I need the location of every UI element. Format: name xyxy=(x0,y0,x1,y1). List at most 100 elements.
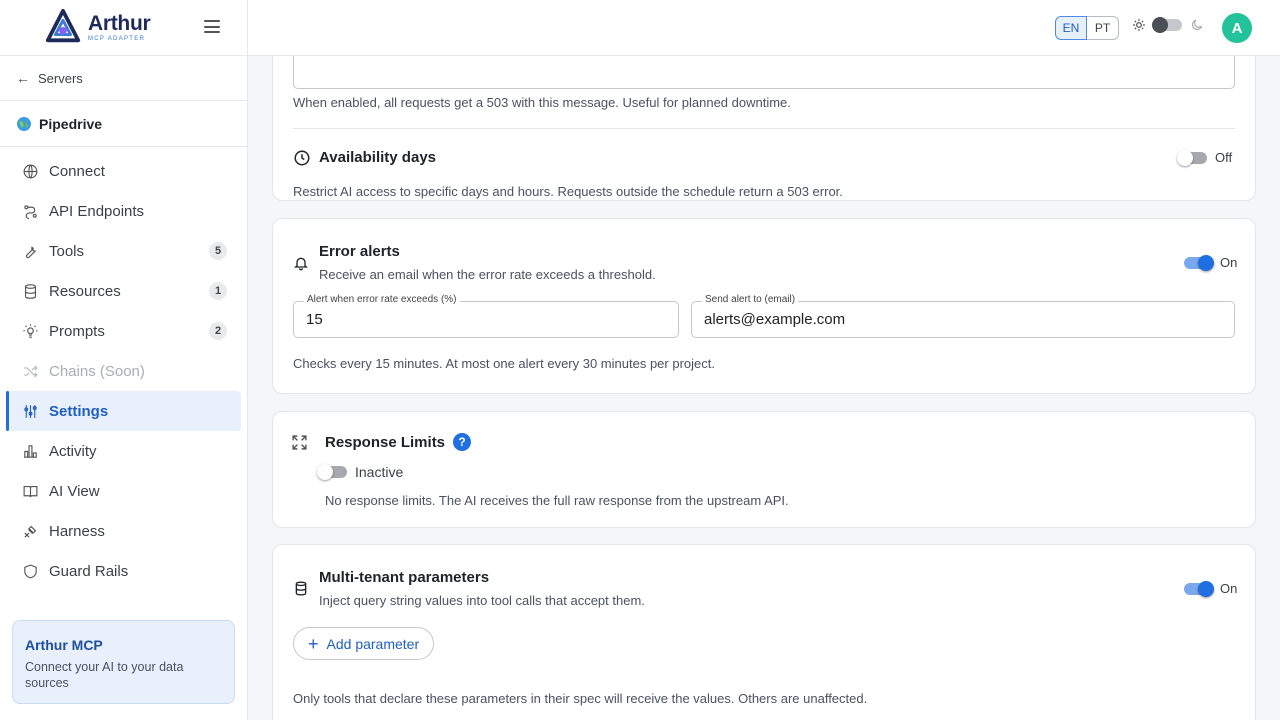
response-limits-card: Response Limits ? Inactive No response l… xyxy=(272,411,1256,528)
availability-toggle-label: Off xyxy=(1215,150,1233,165)
wrench-icon xyxy=(25,245,36,258)
sidebar-item-guard-rails[interactable]: Guard Rails xyxy=(6,551,241,591)
response-limits-help: No response limits. The AI receives the … xyxy=(325,493,789,508)
error-threshold-input[interactable] xyxy=(294,302,678,337)
back-label: Servers xyxy=(38,70,83,86)
error-threshold-label: Alert when error rate exceeds (%) xyxy=(304,294,460,305)
settings-content: When enabled, all requests get a 503 wit… xyxy=(248,56,1280,720)
sidebar-item-label: Settings xyxy=(49,402,109,420)
error-threshold-field[interactable]: Alert when error rate exceeds (%) xyxy=(293,294,679,338)
sidebar-item-tools[interactable]: Tools 5 xyxy=(6,231,241,271)
harness-icon xyxy=(24,525,37,538)
clock-icon xyxy=(294,150,310,166)
multi-tenant-toggle[interactable]: On xyxy=(1184,580,1238,597)
prompts-count-badge: 2 xyxy=(209,322,227,340)
sidebar-item-label: AI View xyxy=(49,482,100,500)
multi-tenant-card: Multi-tenant parameters Inject query str… xyxy=(272,544,1256,720)
plus-icon: + xyxy=(308,633,319,654)
bell-icon xyxy=(294,257,308,271)
database-icon xyxy=(24,283,37,299)
multi-tenant-help: Only tools that declare these parameters… xyxy=(293,691,868,706)
globe-icon xyxy=(17,116,31,131)
multi-tenant-title: Multi-tenant parameters xyxy=(319,569,490,586)
sidebar-item-ai-view[interactable]: AI View xyxy=(6,471,241,511)
error-alerts-subtitle: Receive an email when the error rate exc… xyxy=(319,267,656,282)
lang-pt-button[interactable]: PT xyxy=(1087,16,1119,40)
promo-title: Arthur MCP xyxy=(25,637,103,653)
tools-count-badge: 5 xyxy=(209,242,227,260)
theme-toggle[interactable] xyxy=(1152,17,1182,33)
theme-switcher xyxy=(1132,17,1204,33)
database-icon xyxy=(295,581,307,596)
expand-icon xyxy=(292,435,307,450)
add-parameter-label: Add parameter xyxy=(326,635,420,652)
divider xyxy=(293,128,1235,129)
sidebar-item-prompts[interactable]: Prompts 2 xyxy=(6,311,241,351)
logo[interactable]: Arthur MCP ADAPTER xyxy=(44,8,151,46)
toggle-track xyxy=(317,464,347,480)
app-title: Arthur xyxy=(88,11,151,35)
toggle-track xyxy=(1184,580,1214,597)
availability-help: Restrict AI access to specific days and … xyxy=(293,184,843,199)
sidebar: Arthur MCP ADAPTER ← Servers Pipedrive C… xyxy=(0,0,248,720)
response-limits-toggle-label: Inactive xyxy=(355,464,404,480)
bar-chart-icon xyxy=(24,444,37,458)
error-alerts-toggle[interactable]: On xyxy=(1184,254,1238,271)
sidebar-item-label: Tools xyxy=(49,242,85,260)
book-icon xyxy=(23,485,38,497)
bulb-icon xyxy=(23,323,38,338)
arthur-logo-icon xyxy=(45,8,81,43)
sidebar-item-label: Prompts xyxy=(49,322,105,340)
alert-email-field[interactable]: Send alert to (email) xyxy=(691,294,1235,338)
sidebar-item-connect[interactable]: Connect xyxy=(6,151,241,191)
help-icon[interactable]: ? xyxy=(453,433,472,451)
server-name: Pipedrive xyxy=(39,115,103,132)
top-bar: EN PT A xyxy=(248,0,1280,56)
logo-row: Arthur MCP ADAPTER xyxy=(0,0,247,56)
resources-count-badge: 1 xyxy=(209,282,227,300)
sidebar-item-label: Connect xyxy=(49,162,105,180)
avatar[interactable]: A xyxy=(1222,13,1252,43)
sidebar-item-label: Guard Rails xyxy=(49,562,129,580)
maintenance-card: When enabled, all requests get a 503 wit… xyxy=(272,56,1256,201)
sidebar-item-harness[interactable]: Harness xyxy=(6,511,241,551)
server-header: Pipedrive xyxy=(0,101,247,147)
sidebar-item-activity[interactable]: Activity xyxy=(6,431,241,471)
promo-text: Connect your AI to your data sources xyxy=(25,660,184,690)
language-switcher: EN PT xyxy=(1055,16,1119,40)
sidebar-item-resources[interactable]: Resources 1 xyxy=(6,271,241,311)
app-subtitle: MCP ADAPTER xyxy=(88,35,146,42)
promo-card: Arthur MCP Connect your AI to your data … xyxy=(12,620,235,704)
menu-icon[interactable] xyxy=(204,20,220,34)
maintenance-message-field[interactable] xyxy=(293,56,1235,89)
toggle-track xyxy=(1177,149,1207,166)
back-to-servers-link[interactable]: ← Servers xyxy=(0,56,247,101)
sun-icon xyxy=(1133,19,1145,31)
availability-title: Availability days xyxy=(319,149,436,166)
response-limits-title-text: Response Limits xyxy=(325,433,446,451)
error-alerts-card: Error alerts Receive an email when the e… xyxy=(272,218,1256,394)
sidebar-nav: Connect API Endpoints Tools 5 Resources … xyxy=(0,147,247,591)
toggle-track xyxy=(1184,254,1214,271)
shield-icon xyxy=(24,564,37,578)
sidebar-item-chains: Chains (Soon) xyxy=(6,351,241,391)
response-limits-title: Response Limits ? xyxy=(325,433,472,451)
multi-tenant-toggle-label: On xyxy=(1220,581,1238,596)
shuffle-icon xyxy=(24,364,38,378)
multi-tenant-subtitle: Inject query string values into tool cal… xyxy=(319,593,645,608)
moon-icon xyxy=(1192,19,1203,30)
sidebar-item-label: API Endpoints xyxy=(49,202,145,220)
availability-toggle[interactable]: Off xyxy=(1177,149,1233,166)
arrow-left-icon: ← xyxy=(16,70,30,86)
response-limits-toggle[interactable]: Inactive xyxy=(317,464,404,480)
endpoint-icon xyxy=(24,204,37,219)
error-alerts-toggle-label: On xyxy=(1220,255,1238,270)
sidebar-item-settings[interactable]: Settings xyxy=(6,391,241,431)
sidebar-item-label: Chains (Soon) xyxy=(49,362,145,380)
alert-email-input[interactable] xyxy=(692,302,1234,337)
sidebar-item-label: Activity xyxy=(49,442,97,460)
sidebar-item-api-endpoints[interactable]: API Endpoints xyxy=(6,191,241,231)
sliders-icon xyxy=(24,404,37,418)
lang-en-button[interactable]: EN xyxy=(1055,16,1087,40)
add-parameter-button[interactable]: + Add parameter xyxy=(293,627,435,660)
